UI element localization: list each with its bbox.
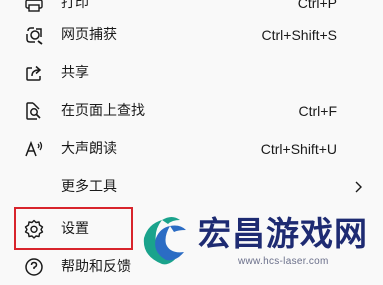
- menu-item-label: 大声朗读: [61, 141, 117, 157]
- site-watermark: 宏昌游戏网 www.hcs-laser.com: [136, 212, 383, 272]
- menu-item-find-on-page[interactable]: 在页面上查找 Ctrl+F: [0, 93, 383, 129]
- menu-item-share[interactable]: 共享: [0, 55, 383, 91]
- menu-item-web-capture[interactable]: 网页捕获 Ctrl+Shift+S: [0, 17, 383, 53]
- menu-item-shortcut: Ctrl+Shift+U: [260, 141, 337, 157]
- menu-item-label: 更多工具: [61, 179, 117, 195]
- dragon-logo-icon: [136, 212, 196, 272]
- menu-item-label: 共享: [61, 65, 89, 81]
- menu-item-shortcut: Ctrl+F: [298, 103, 338, 119]
- settings-highlight-box: [14, 207, 133, 250]
- help-icon: [24, 257, 44, 277]
- printer-icon: [24, 0, 44, 13]
- watermark-title: 宏昌游戏网: [198, 214, 368, 253]
- menu-item-label: 网页捕获: [61, 27, 117, 43]
- web-capture-icon: [24, 25, 44, 45]
- find-on-page-icon: [24, 101, 44, 121]
- chevron-right-icon: [352, 181, 364, 193]
- menu-item-more-tools[interactable]: 更多工具: [0, 169, 383, 205]
- menu-item-read-aloud[interactable]: 大声朗读 Ctrl+Shift+U: [0, 131, 383, 167]
- menu-item-shortcut: Ctrl+Shift+S: [261, 27, 337, 43]
- watermark-url: www.hcs-laser.com: [238, 256, 329, 267]
- share-icon: [24, 63, 44, 83]
- menu-item-label: 在页面上查找: [61, 103, 145, 119]
- menu-item-label: 帮助和反馈: [61, 259, 131, 275]
- read-aloud-icon: [24, 139, 44, 159]
